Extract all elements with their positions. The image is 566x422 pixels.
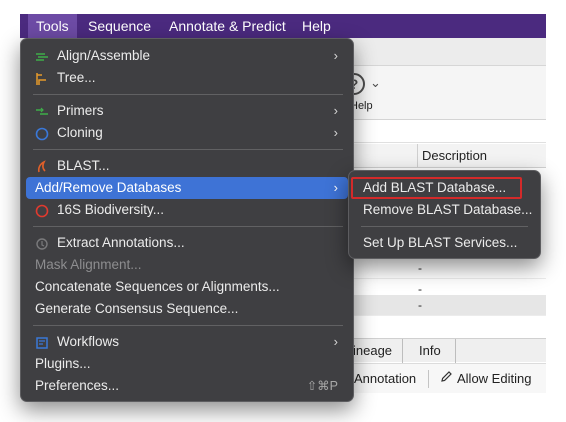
menu-item-label: Extract Annotations... [57,235,185,250]
menubar-tools[interactable]: Tools [28,14,77,38]
pencil-icon [440,364,453,394]
menu-item-label: Align/Assemble [57,48,151,63]
chevron-right-icon: › [333,334,338,349]
tree-icon [35,71,49,85]
menu-separator [33,149,343,150]
menu-item-align-assemble[interactable]: Align/Assemble › [26,45,348,67]
keyboard-shortcut: ⇧⌘P [306,379,338,393]
menu-item-label: Workflows [57,334,120,349]
column-header-description[interactable]: Description [417,144,546,168]
menu-item-concatenate-sequences[interactable]: Concatenate Sequences or Alignments... [26,276,348,298]
menu-item-label: Set Up BLAST Services... [363,235,518,250]
extract-annotations-icon [35,236,49,250]
menu-item-remove-blast-database[interactable]: Remove BLAST Database... [354,199,535,221]
menu-item-preferences[interactable]: Preferences... ⇧⌘P [26,375,348,397]
menubar-sequence[interactable]: Sequence [80,14,159,38]
menu-bar: Tools Sequence Annotate & Predict Help [20,14,546,38]
chevron-down-icon[interactable]: ⌄ [370,75,381,91]
menu-item-label: Concatenate Sequences or Alignments... [35,279,280,294]
workflows-icon [35,335,49,349]
menubar-annotate-predict[interactable]: Annotate & Predict [161,14,294,38]
table-cell-description: - [418,261,422,275]
menu-item-label: Cloning [57,125,103,140]
menu-item-label: Generate Consensus Sequence... [35,301,239,316]
menu-item-generate-consensus[interactable]: Generate Consensus Sequence... [26,298,348,320]
menu-item-extract-annotations[interactable]: Extract Annotations... [26,232,348,254]
screenshot-stage: Tools Sequence Annotate & Predict Help ?… [0,0,566,422]
cloning-icon [35,126,49,141]
chevron-right-icon: › [333,125,338,140]
chevron-right-icon: › [333,180,338,195]
menu-item-mask-alignment: Mask Alignment... [26,254,348,276]
blast-databases-submenu: Add BLAST Database... Remove BLAST Datab… [348,170,541,259]
menu-item-label: Mask Alignment... [35,257,142,272]
menu-separator [33,94,343,95]
menu-item-add-blast-database[interactable]: Add BLAST Database... [354,177,535,199]
annotation-button[interactable]: Annotation [354,364,416,394]
chevron-right-icon: › [333,103,338,118]
menu-item-primers[interactable]: Primers › [26,100,348,122]
biodiversity-icon [35,203,49,218]
menu-separator [33,226,343,227]
menu-item-plugins[interactable]: Plugins... [26,353,348,375]
primers-icon [35,104,49,118]
tab-info[interactable]: Info [414,339,456,363]
menu-item-label: Preferences... [35,378,120,393]
menu-item-label: Plugins... [35,356,91,371]
menu-item-label: 16S Biodiversity... [57,202,165,217]
menu-item-cloning[interactable]: Cloning › [26,122,348,144]
tab-lineage[interactable]: ineage [348,339,403,363]
menu-item-label: BLAST... [57,158,110,173]
menubar-help[interactable]: Help [294,14,339,38]
blast-icon [35,159,49,173]
menu-item-16s-biodiversity[interactable]: 16S Biodiversity... [26,199,348,221]
menu-item-label: Primers [57,103,104,118]
allow-editing-button[interactable]: Allow Editing [440,364,531,394]
menu-item-label: Add BLAST Database... [363,180,507,195]
menu-separator [33,325,343,326]
tools-menu: Align/Assemble › Tree... Primers › Cloni… [20,38,354,402]
divider [428,370,429,388]
menu-item-set-up-blast-services[interactable]: Set Up BLAST Services... [354,232,535,254]
menu-item-blast[interactable]: BLAST... [26,155,348,177]
menu-separator [361,226,528,227]
menu-item-tree[interactable]: Tree... [26,67,348,89]
menu-item-workflows[interactable]: Workflows › [26,331,348,353]
align-assemble-icon [35,49,49,63]
allow-editing-label: Allow Editing [457,371,532,386]
menu-item-label: Add/Remove Databases [35,180,182,195]
table-cell-description: - [418,298,422,312]
menu-item-label: Remove BLAST Database... [363,202,533,217]
chevron-right-icon: › [333,48,338,63]
menu-item-add-remove-databases[interactable]: Add/Remove Databases › [26,177,348,199]
menu-item-label: Tree... [57,70,96,85]
